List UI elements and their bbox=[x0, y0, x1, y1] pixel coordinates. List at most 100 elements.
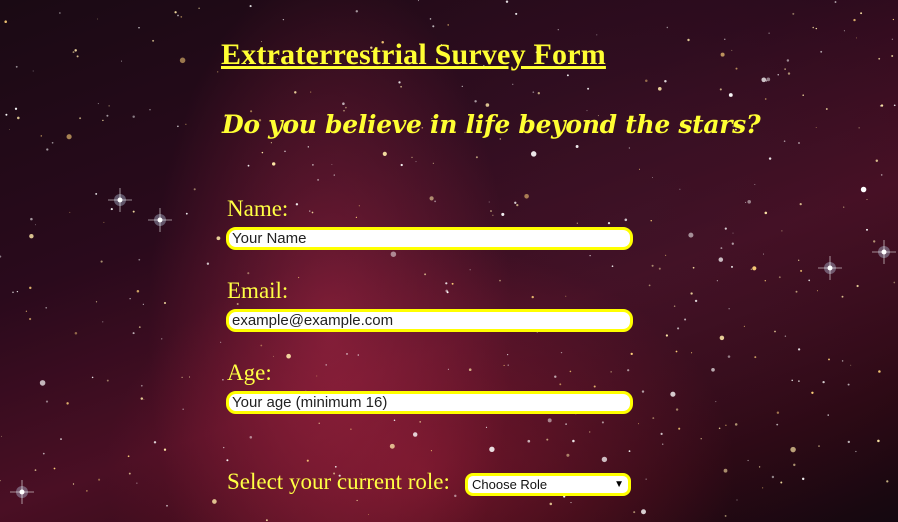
star bbox=[549, 502, 553, 506]
star bbox=[334, 465, 337, 468]
star bbox=[799, 202, 802, 206]
star bbox=[752, 266, 757, 271]
star bbox=[220, 341, 222, 343]
star bbox=[74, 332, 78, 335]
star bbox=[664, 254, 667, 257]
star bbox=[389, 443, 395, 449]
star bbox=[762, 487, 764, 489]
star bbox=[719, 88, 722, 91]
star bbox=[566, 453, 570, 457]
star bbox=[39, 380, 46, 386]
star bbox=[784, 68, 786, 70]
star bbox=[249, 436, 253, 439]
star bbox=[447, 24, 450, 26]
star bbox=[100, 260, 103, 263]
star bbox=[286, 353, 291, 359]
star bbox=[179, 57, 186, 64]
star bbox=[679, 188, 681, 190]
star bbox=[847, 440, 850, 444]
star bbox=[424, 273, 427, 276]
star bbox=[60, 438, 62, 441]
star bbox=[272, 355, 274, 357]
star bbox=[355, 10, 359, 13]
star bbox=[180, 16, 183, 18]
star bbox=[216, 236, 221, 241]
star bbox=[451, 282, 454, 285]
email-input[interactable] bbox=[226, 309, 633, 332]
star bbox=[718, 257, 724, 262]
star bbox=[815, 27, 818, 30]
star bbox=[153, 441, 157, 444]
star bbox=[843, 30, 845, 32]
star bbox=[29, 286, 32, 290]
star bbox=[86, 490, 88, 492]
star bbox=[15, 65, 18, 68]
star bbox=[66, 402, 69, 405]
star bbox=[260, 344, 263, 347]
star bbox=[628, 147, 631, 149]
star bbox=[731, 242, 734, 245]
star bbox=[565, 423, 567, 425]
bright-star bbox=[872, 240, 896, 264]
star bbox=[488, 201, 490, 203]
star bbox=[690, 292, 693, 295]
star bbox=[866, 199, 868, 200]
star bbox=[16, 290, 19, 293]
star bbox=[138, 258, 141, 261]
star bbox=[311, 211, 314, 214]
name-input[interactable] bbox=[226, 227, 633, 250]
age-input[interactable] bbox=[226, 391, 633, 414]
star bbox=[310, 91, 312, 93]
star bbox=[728, 93, 733, 97]
star bbox=[637, 423, 639, 425]
star bbox=[778, 276, 781, 279]
star bbox=[747, 200, 751, 204]
role-select[interactable]: Choose Role ▼ bbox=[465, 473, 631, 496]
star bbox=[783, 140, 786, 142]
star bbox=[678, 427, 681, 430]
star bbox=[792, 12, 795, 15]
star bbox=[284, 150, 286, 153]
star bbox=[358, 205, 360, 207]
star bbox=[501, 212, 505, 216]
star bbox=[307, 146, 309, 148]
star bbox=[670, 391, 676, 397]
star bbox=[847, 383, 850, 386]
star bbox=[474, 100, 477, 103]
star bbox=[306, 459, 309, 462]
star bbox=[121, 60, 123, 62]
star bbox=[149, 109, 151, 111]
star bbox=[102, 321, 104, 323]
star bbox=[475, 156, 478, 159]
star bbox=[32, 70, 34, 72]
star bbox=[860, 12, 863, 15]
star bbox=[725, 424, 727, 426]
star bbox=[743, 325, 746, 327]
star bbox=[720, 52, 725, 57]
star bbox=[651, 264, 654, 267]
star bbox=[91, 376, 94, 379]
star bbox=[850, 364, 852, 366]
star bbox=[786, 59, 790, 62]
star bbox=[382, 151, 387, 156]
star bbox=[877, 439, 880, 443]
star bbox=[429, 18, 432, 20]
star bbox=[758, 466, 761, 468]
star bbox=[764, 211, 768, 215]
star bbox=[505, 0, 509, 3]
star bbox=[106, 114, 109, 117]
star bbox=[42, 452, 45, 455]
star bbox=[102, 119, 104, 122]
star bbox=[569, 370, 572, 373]
star bbox=[69, 211, 71, 213]
starfield-background bbox=[0, 0, 896, 522]
star bbox=[815, 127, 817, 128]
star bbox=[454, 494, 457, 498]
star bbox=[812, 26, 814, 29]
star bbox=[74, 49, 77, 52]
star bbox=[177, 14, 179, 17]
star bbox=[95, 301, 98, 303]
star bbox=[820, 50, 823, 53]
star bbox=[103, 221, 105, 223]
star bbox=[575, 145, 579, 148]
